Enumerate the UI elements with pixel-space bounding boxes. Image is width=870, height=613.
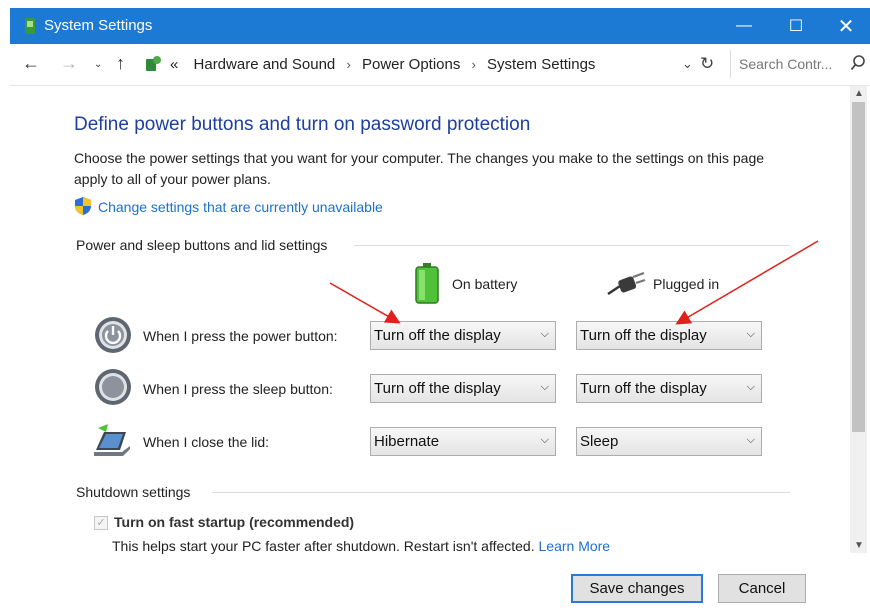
search-input[interactable]: Search Contr...: [739, 56, 832, 72]
fast-startup-help-text: This helps start your PC faster after sh…: [112, 538, 535, 554]
fast-startup-label: Turn on fast startup (recommended): [114, 514, 355, 530]
select-value: Turn off the display: [580, 380, 707, 397]
sleep-button-plugged-select[interactable]: Turn off the display ⌵: [576, 374, 762, 403]
select-value: Turn off the display: [374, 327, 501, 344]
search-icon[interactable]: [850, 54, 866, 72]
refresh-icon[interactable]: ↻: [700, 54, 714, 74]
scrollbar-thumb[interactable]: [852, 102, 865, 432]
chevron-down-icon: ⌵: [746, 381, 755, 393]
close-button[interactable]: ✕: [820, 8, 870, 44]
fast-startup-help: This helps start your PC faster after sh…: [112, 538, 610, 554]
breadcrumb-separator-icon[interactable]: ›: [472, 57, 476, 72]
scroll-up-icon[interactable]: ▲: [854, 88, 864, 99]
up-arrow-icon[interactable]: ↑: [116, 53, 125, 74]
select-value: Sleep: [580, 433, 619, 450]
power-button-icon: [95, 317, 131, 353]
section-title-power: Power and sleep buttons and lid settings: [76, 237, 328, 253]
search-box[interactable]: Search Contr...: [730, 50, 870, 78]
minimize-button[interactable]: —: [718, 8, 770, 44]
page-title: Define power buttons and turn on passwor…: [74, 114, 531, 135]
navigation-bar: ← → ⌄ ↑ « Hardware and Sound › Power Opt…: [10, 44, 870, 86]
column-header-plugged-in: Plugged in: [653, 276, 720, 292]
breadcrumb: « Hardware and Sound › Power Options › S…: [170, 56, 595, 73]
window-title: System Settings: [44, 17, 153, 34]
select-value: Hibernate: [374, 433, 440, 450]
address-bar[interactable]: « Hardware and Sound › Power Options › S…: [144, 51, 724, 79]
power-plug-icon: [607, 272, 646, 296]
select-value: Turn off the display: [374, 380, 501, 397]
close-lid-label: When I close the lid:: [143, 434, 270, 450]
change-settings-link-label[interactable]: Change settings that are currently unava…: [98, 199, 383, 215]
control-panel-icon: [25, 18, 35, 34]
chevron-down-icon: ⌵: [540, 381, 549, 393]
chevron-down-icon: ⌵: [540, 328, 549, 340]
chevron-down-icon: ⌵: [746, 328, 755, 340]
power-button-plugged-select[interactable]: Turn off the display ⌵: [576, 321, 762, 350]
power-button-label: When I press the power button:: [143, 328, 338, 344]
laptop-lid-icon: [94, 424, 130, 456]
sleep-button-battery-select[interactable]: Turn off the display ⌵: [370, 374, 556, 403]
forward-arrow-icon[interactable]: →: [60, 53, 78, 74]
maximize-button[interactable]: ☐: [770, 8, 822, 44]
section-divider: [212, 492, 790, 493]
section-title-shutdown: Shutdown settings: [76, 484, 191, 500]
breadcrumb-system-settings[interactable]: System Settings: [487, 56, 595, 73]
close-lid-plugged-select[interactable]: Sleep ⌵: [576, 427, 762, 456]
scroll-down-icon[interactable]: ▼: [854, 540, 864, 551]
control-panel-icon: [146, 56, 161, 71]
save-changes-button[interactable]: Save changes: [571, 574, 703, 603]
change-settings-link[interactable]: Change settings that are currently unava…: [74, 196, 383, 216]
title-bar: System Settings — ☐ ✕: [10, 8, 870, 44]
close-lid-battery-select[interactable]: Hibernate ⌵: [370, 427, 556, 456]
battery-icon: [415, 263, 439, 304]
breadcrumb-power-options[interactable]: Power Options: [362, 56, 460, 73]
cancel-button[interactable]: Cancel: [718, 574, 806, 603]
breadcrumb-separator-icon[interactable]: ›: [346, 57, 350, 72]
back-arrow-icon[interactable]: ←: [22, 53, 40, 74]
learn-more-link[interactable]: Learn More: [539, 538, 611, 554]
column-header-on-battery: On battery: [452, 276, 518, 292]
chevron-down-icon: ⌵: [746, 434, 755, 446]
breadcrumb-hardware-and-sound[interactable]: Hardware and Sound: [194, 56, 336, 73]
fast-startup-checkbox[interactable]: ✓: [94, 516, 108, 530]
uac-shield-icon: [75, 197, 91, 215]
breadcrumb-overflow-icon[interactable]: «: [170, 56, 178, 73]
vertical-scrollbar[interactable]: ▲ ▼: [850, 86, 867, 553]
section-divider: [354, 245, 790, 246]
address-dropdown-icon[interactable]: ⌄: [682, 56, 693, 72]
sleep-button-icon: [95, 369, 131, 405]
page-description: Choose the power settings that you want …: [74, 150, 765, 187]
main-content: Define power buttons and turn on passwor…: [10, 86, 860, 613]
chevron-down-icon: ⌵: [540, 434, 549, 446]
recent-locations-icon[interactable]: ⌄: [94, 59, 102, 70]
select-value: Turn off the display: [580, 327, 707, 344]
sleep-button-label: When I press the sleep button:: [143, 381, 333, 397]
power-button-battery-select[interactable]: Turn off the display ⌵: [370, 321, 556, 350]
